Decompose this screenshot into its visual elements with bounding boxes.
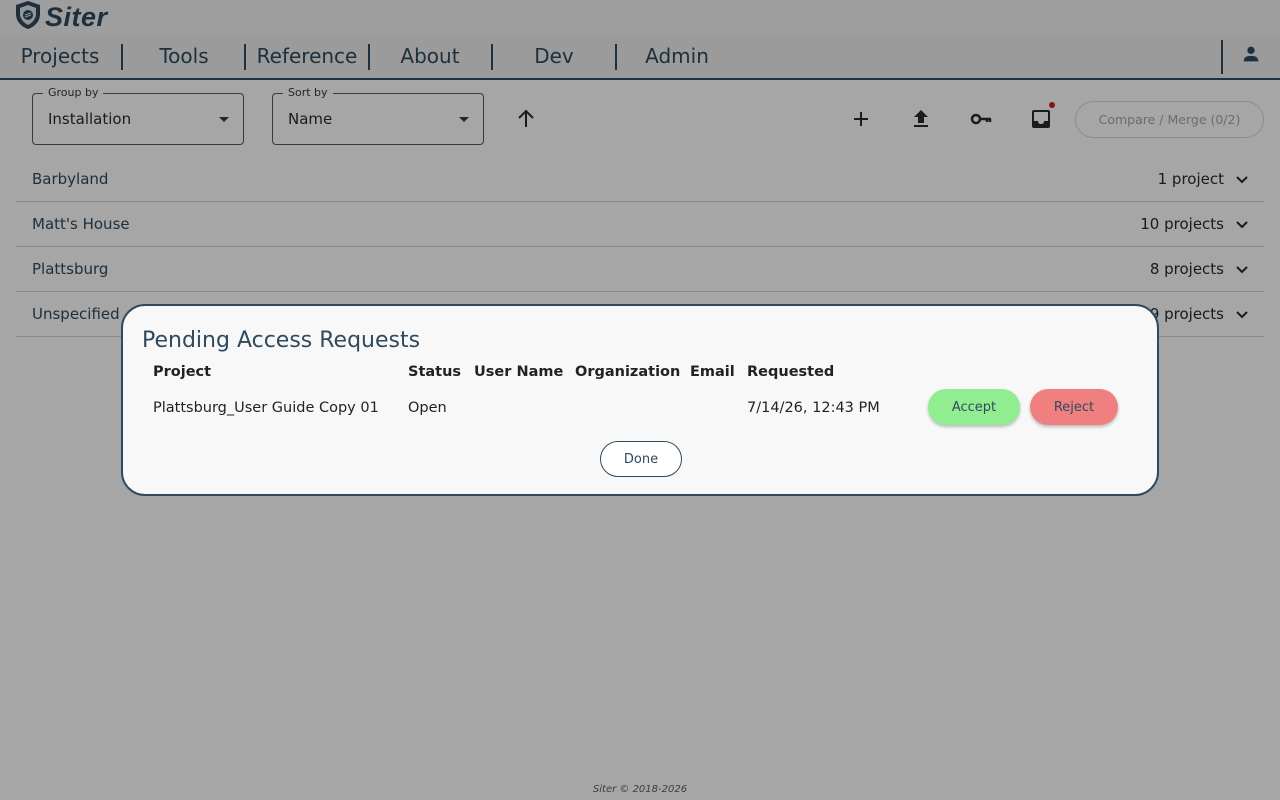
access-requests-dialog: Pending Access Requests Project Status U… [121, 304, 1159, 496]
column-header-email: Email [690, 364, 735, 380]
column-header-user-name: User Name [474, 364, 564, 380]
reject-button[interactable]: Reject [1030, 389, 1118, 425]
accept-button[interactable]: Accept [928, 389, 1020, 425]
column-header-project: Project [153, 364, 212, 380]
column-header-status: Status [408, 364, 462, 380]
done-button[interactable]: Done [600, 441, 682, 477]
request-project: Plattsburg_User Guide Copy 01 [153, 400, 379, 416]
column-header-requested: Requested [747, 364, 835, 380]
request-status: Open [408, 400, 447, 416]
dialog-title: Pending Access Requests [142, 328, 421, 353]
column-header-organization: Organization [575, 364, 681, 380]
request-requested-time: 7/14/26, 12:43 PM [747, 400, 880, 416]
